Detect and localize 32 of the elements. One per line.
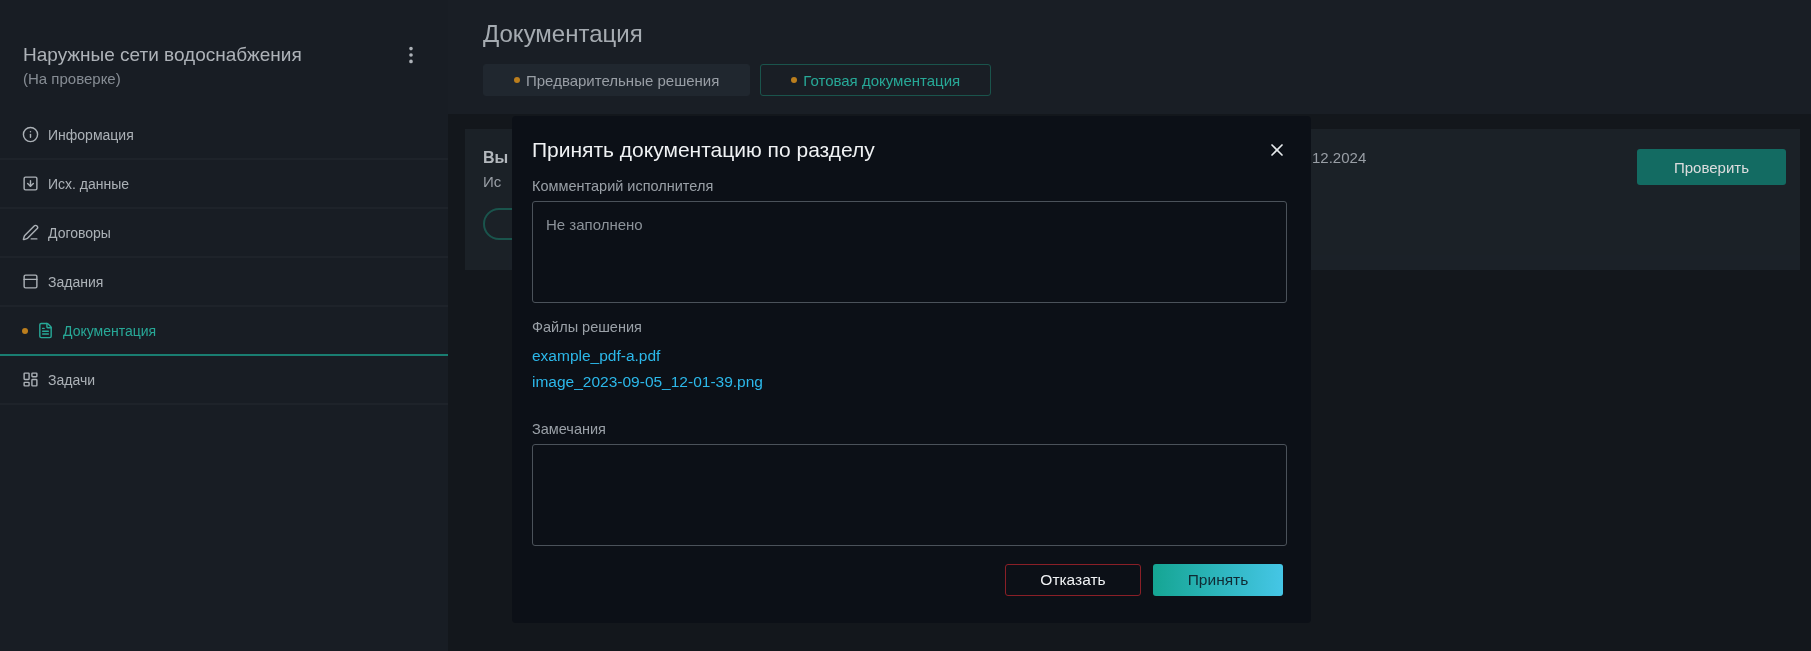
accept-button[interactable]: Принять [1153,564,1283,596]
sidebar-icon [22,371,39,388]
sidebar-icon [22,175,39,192]
file-link[interactable]: example_pdf-a.pdf [532,347,661,365]
sidebar-item[interactable]: Информация [0,111,448,160]
check-button[interactable]: Проверить [1637,149,1786,185]
project-title: Наружные сети водоснабжения [23,44,302,66]
page-title: Документация [483,20,644,48]
sidebar-item[interactable]: Договоры [0,209,448,258]
project-status: (На проверке) [23,70,121,87]
dialog-title: Принять документацию по разделу [532,138,875,162]
sidebar-item[interactable]: Задачи [0,356,448,405]
comment-field[interactable]: Не заполнено [532,201,1287,303]
sidebar-icon [22,224,39,241]
tab[interactable]: Предварительные решения [483,64,751,96]
field-label: Комментарий исполнителя [532,178,715,194]
remarks-field[interactable] [532,444,1287,546]
sidebar-item[interactable]: Задания [0,258,448,307]
card-date: 12.2024 [1312,149,1367,166]
status-dot [22,327,28,334]
card-title: Вы [483,149,509,167]
sidebar-icon [22,126,39,143]
card-subtitle: Ис [483,173,502,190]
sidebar-icon [37,322,54,339]
file-link[interactable]: image_2023-09-05_12-01-39.png [532,373,763,391]
reject-button[interactable]: Отказать [1005,564,1141,596]
field-label: Замечания [532,421,607,437]
field-label: Файлы решения [532,319,643,335]
sidebar-item[interactable]: Документация [0,307,448,356]
sidebar-item[interactable]: Исх. данные [0,160,448,209]
tab[interactable]: Готовая документация [760,64,992,96]
sidebar-icon [22,273,39,290]
